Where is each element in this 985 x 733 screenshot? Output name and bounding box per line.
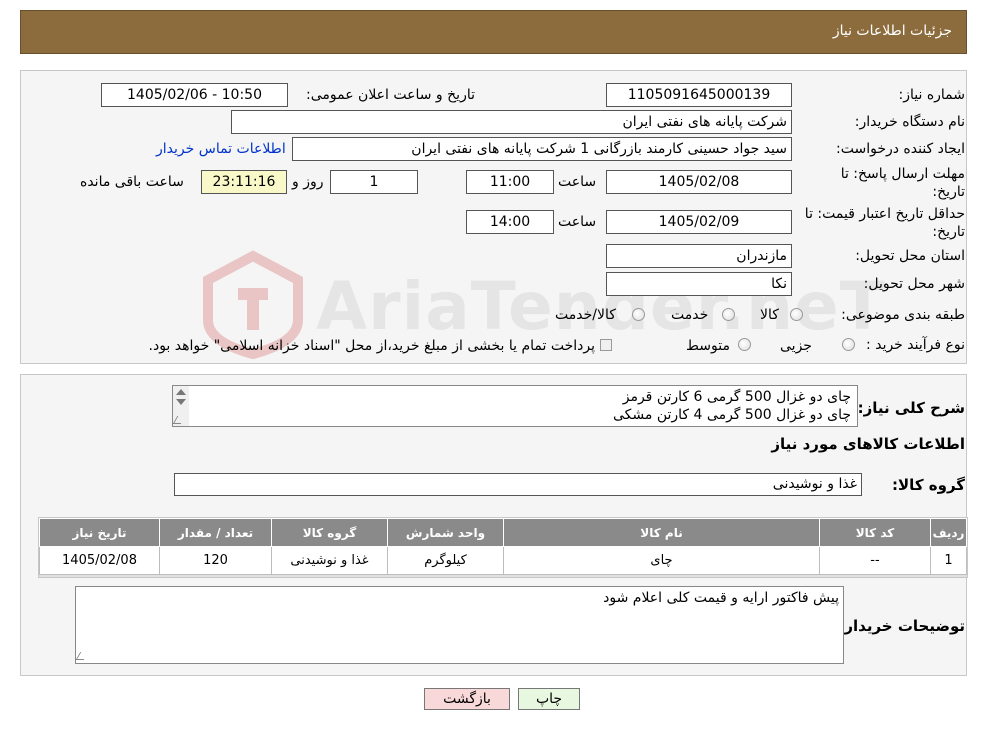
th-group: گروه کالا bbox=[271, 518, 388, 547]
cell-code: -- bbox=[819, 546, 931, 575]
th-name: نام کالا bbox=[503, 518, 820, 547]
cell-unit: کیلوگرم bbox=[387, 546, 504, 575]
cell-quantity: 120 bbox=[159, 546, 272, 575]
process-note-checkbox[interactable] bbox=[600, 339, 612, 351]
th-row: ردیف bbox=[930, 518, 967, 547]
buyer-org-label: نام دستگاه خریدار: bbox=[854, 114, 965, 130]
validity-date-field: 1405/02/09 bbox=[606, 210, 792, 234]
process-label: نوع فرآیند خرید : bbox=[866, 337, 965, 353]
announce-field: 1405/02/06 - 10:50 bbox=[101, 83, 288, 107]
days-field: 1 bbox=[330, 170, 418, 194]
description-scrollbar[interactable] bbox=[172, 386, 189, 426]
page-title: جزئیات اطلاعات نیاز bbox=[832, 23, 952, 39]
category-option-goods: کالا bbox=[760, 307, 779, 323]
province-label: استان محل تحویل: bbox=[855, 248, 965, 264]
cell-group: غذا و نوشیدنی bbox=[271, 546, 388, 575]
goods-group-label: گروه کالا: bbox=[892, 476, 965, 494]
validity-time-field: 14:00 bbox=[466, 210, 554, 234]
th-code: کد کالا bbox=[819, 518, 931, 547]
buyer-notes-text: پیش فاکتور ارایه و قیمت کلی اعلام شود bbox=[603, 590, 839, 606]
creator-label: ایجاد کننده درخواست: bbox=[836, 141, 965, 157]
category-option-goods-service: کالا/خدمت bbox=[555, 307, 616, 323]
category-radio-goods[interactable] bbox=[790, 308, 803, 321]
buyer-org-field: شرکت پایانه های نفتی ایران bbox=[231, 110, 792, 134]
back-button[interactable]: بازگشت bbox=[424, 688, 510, 710]
cell-row: 1 bbox=[930, 546, 967, 575]
description-line-2: چای دو غزال 500 گرمی 4 کارتن مشکی bbox=[612, 407, 851, 423]
cell-name: چای bbox=[503, 546, 820, 575]
remaining-time-field: 23:11:16 bbox=[201, 170, 287, 194]
category-radio-goods-service[interactable] bbox=[632, 308, 645, 321]
days-label: روز و bbox=[292, 174, 324, 190]
creator-field: سید جواد حسینی کارمند بازرگانی 1 شرکت پا… bbox=[292, 137, 792, 161]
description-line-1: چای دو غزال 500 گرمی 6 کارتن قرمز bbox=[622, 389, 851, 405]
need-number-label: شماره نیاز: bbox=[898, 87, 966, 103]
city-field: نکا bbox=[606, 272, 792, 296]
process-option-minor: جزیی bbox=[780, 338, 812, 354]
province-field: مازندران bbox=[606, 244, 792, 268]
items-table-wrap: ردیف کد کالا نام کالا واحد شمارش گروه کا… bbox=[38, 517, 968, 578]
deadline-time-field: 11:00 bbox=[466, 170, 554, 194]
th-quantity: تعداد / مقدار bbox=[159, 518, 272, 547]
description-label: شرح کلی نیاز: bbox=[857, 399, 965, 417]
table-header-row: ردیف کد کالا نام کالا واحد شمارش گروه کا… bbox=[39, 518, 967, 547]
scroll-up-icon[interactable] bbox=[176, 389, 186, 395]
cell-need-date: 1405/02/08 bbox=[39, 546, 160, 575]
goods-group-field: غذا و نوشیدنی bbox=[174, 473, 862, 496]
buyer-notes-textarea[interactable]: پیش فاکتور ارایه و قیمت کلی اعلام شود bbox=[75, 586, 844, 664]
validity-time-label: ساعت bbox=[558, 214, 597, 230]
buyer-notes-label: توضیحات خریدار: bbox=[838, 617, 965, 635]
city-label: شهر محل تحویل: bbox=[863, 276, 965, 292]
category-option-service: خدمت bbox=[671, 307, 709, 323]
resize-grip-icon[interactable] bbox=[172, 416, 186, 424]
deadline-time-label: ساعت bbox=[558, 174, 597, 190]
print-button[interactable]: چاپ bbox=[518, 688, 580, 710]
th-need-date: تاریخ نیاز bbox=[39, 518, 160, 547]
process-radio-minor[interactable] bbox=[842, 338, 855, 351]
deadline-date-field: 1405/02/08 bbox=[606, 170, 792, 194]
scroll-down-icon[interactable] bbox=[176, 399, 186, 405]
items-table: ردیف کد کالا نام کالا واحد شمارش گروه کا… bbox=[39, 518, 967, 575]
process-radio-medium[interactable] bbox=[738, 338, 751, 351]
process-option-medium: متوسط bbox=[686, 338, 730, 354]
process-note: پرداخت تمام یا بخشی از مبلغ خرید،از محل … bbox=[148, 338, 595, 354]
th-unit: واحد شمارش bbox=[387, 518, 504, 547]
table-row[interactable]: 1 -- چای کیلوگرم غذا و نوشیدنی 120 1405/… bbox=[39, 546, 967, 575]
need-number-field: 1105091645000139 bbox=[606, 83, 792, 107]
remaining-label: ساعت باقی مانده bbox=[80, 174, 184, 190]
page-header: جزئیات اطلاعات نیاز bbox=[20, 10, 967, 54]
category-label: طبقه بندی موضوعی: bbox=[841, 307, 965, 323]
goods-info-title: اطلاعات کالاهای مورد نیاز bbox=[771, 435, 965, 453]
description-textarea[interactable]: چای دو غزال 500 گرمی 6 کارتن قرمز چای دو… bbox=[172, 385, 858, 427]
validity-label: حداقل تاریخ اعتبار قیمت: تا تاریخ: bbox=[804, 206, 965, 240]
buyer-contact-link[interactable]: اطلاعات تماس خریدار bbox=[156, 141, 286, 157]
category-radio-service[interactable] bbox=[722, 308, 735, 321]
announce-label: تاریخ و ساعت اعلان عمومی: bbox=[306, 87, 475, 103]
deadline-label: مهلت ارسال پاسخ: تا تاریخ: bbox=[840, 166, 965, 200]
